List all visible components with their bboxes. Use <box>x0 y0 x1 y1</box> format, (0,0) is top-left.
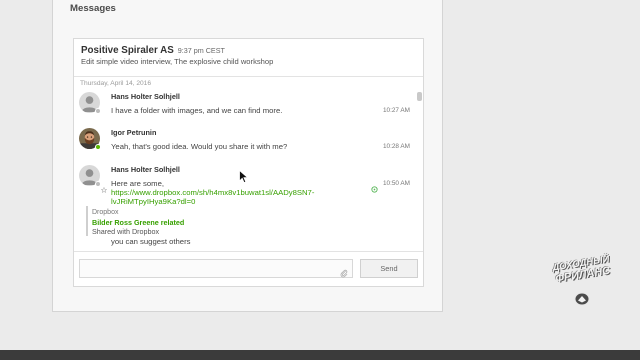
avatar[interactable] <box>79 128 101 150</box>
star-icon[interactable] <box>100 180 108 194</box>
preview-description: Shared with Dropbox <box>92 226 160 236</box>
link-line: lvJRiMTpyIHya9Ka?dl=0 <box>111 197 196 206</box>
message-text: Yeah, that's good idea. Would you share … <box>111 142 288 151</box>
scrollbar[interactable] <box>417 89 422 250</box>
date-separator: Thursday, April 14, 2016 <box>80 80 151 87</box>
avatar[interactable] <box>79 165 101 187</box>
send-button[interactable]: Send <box>360 259 418 278</box>
message-sender[interactable]: Igor Petrunin <box>111 128 156 137</box>
clock-icon <box>371 180 378 193</box>
offline-status-dot <box>95 108 101 114</box>
thread-time: 9:37 pm CEST <box>177 46 225 55</box>
page-title: Messages <box>70 3 116 14</box>
message-text: I have a folder with images, and we can … <box>111 106 283 115</box>
header-divider <box>74 76 423 77</box>
message-text: Here are some, <box>111 179 164 188</box>
message-time: 10:28 AM <box>382 143 410 150</box>
mouse-cursor-icon <box>239 169 249 184</box>
composer-divider <box>74 251 423 252</box>
watermark-badge-icon <box>574 292 590 306</box>
message-sender[interactable]: Hans Holter Solhjell <box>111 165 180 174</box>
thread-subtitle[interactable]: Edit simple video interview, The explosi… <box>81 57 273 66</box>
watermark-logo: ДОХОДНЫЙ ФРИЛАНС <box>546 252 618 312</box>
online-status-dot <box>95 144 101 150</box>
message-input[interactable] <box>79 259 353 278</box>
dropbox-link[interactable]: https://www.dropbox.com/sh/h4mx8v1buwat1… <box>111 188 314 206</box>
conversation-card: Positive Spiraler AS 9:37 pm CEST Edit s… <box>73 38 424 287</box>
link-preview[interactable]: Dropbox Bilder Ross Greene related Share… <box>86 206 286 236</box>
link-line: https://www.dropbox.com/sh/h4mx8v1buwat1… <box>111 188 315 197</box>
message-time: 10:27 AM <box>382 107 410 114</box>
message-sender[interactable]: Hans Holter Solhjell <box>111 92 180 101</box>
watermark-lettering: ДОХОДНЫЙ ФРИЛАНС <box>545 253 620 288</box>
avatar[interactable] <box>79 92 101 114</box>
preview-source: Dropbox <box>92 208 119 216</box>
bottom-bar <box>0 350 640 360</box>
thread-header: Positive Spiraler AS 9:37 pm CEST <box>81 45 225 56</box>
scrollbar-thumb[interactable] <box>417 92 422 101</box>
thread-name[interactable]: Positive Spiraler AS <box>81 45 174 56</box>
message-time: 10:50 AM <box>382 180 410 187</box>
preview-title[interactable]: Bilder Ross Greene related <box>92 218 184 227</box>
message-text: you can suggest others <box>111 237 191 246</box>
paperclip-icon[interactable] <box>340 265 348 277</box>
